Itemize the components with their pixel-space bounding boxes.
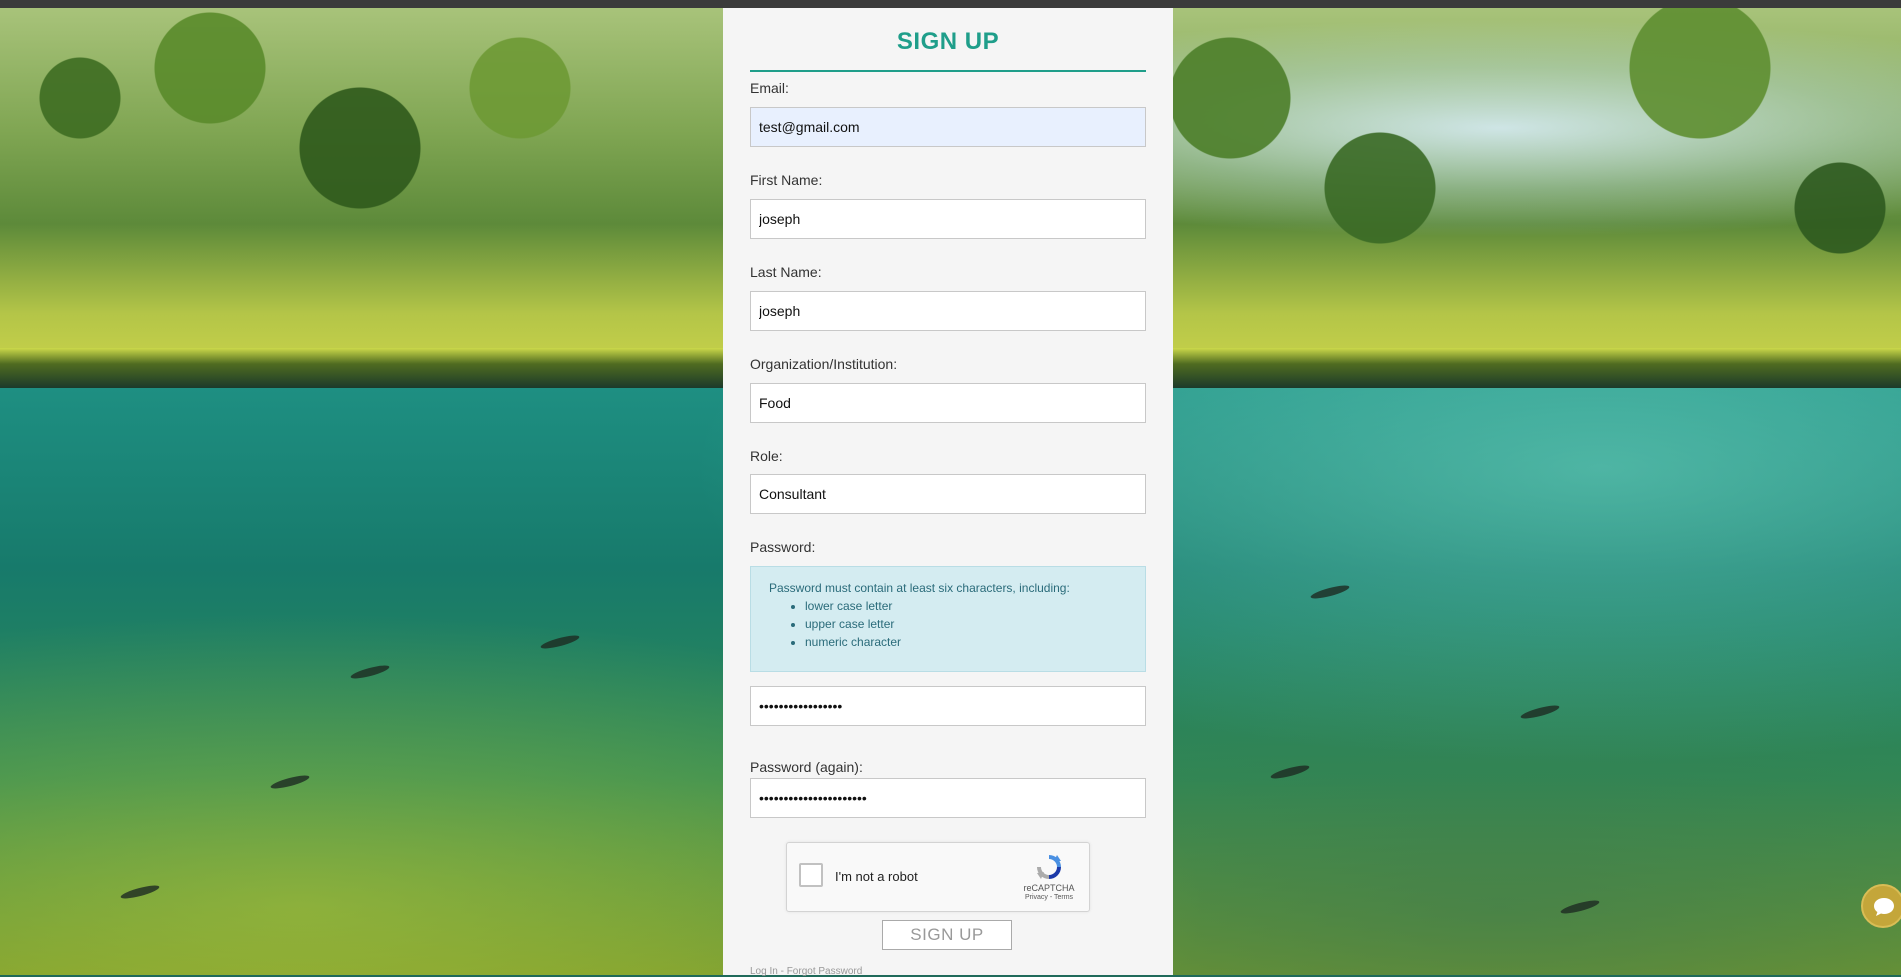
footer-links: Log In - Forgot Password	[750, 966, 862, 977]
recaptcha-brand: reCAPTCHA	[1023, 883, 1075, 893]
forgot-password-link[interactable]: Forgot Password	[787, 966, 863, 977]
password-rule: upper case letter	[805, 617, 1127, 631]
signup-panel: SIGN UP Email: First Name: Last Name: Or…	[723, 8, 1173, 977]
password-field[interactable]	[750, 686, 1146, 726]
recaptcha-links: Privacy - Terms	[1019, 894, 1079, 901]
password-requirements-list: lower case letter upper case letter nume…	[769, 599, 1127, 649]
chat-icon	[1874, 898, 1894, 916]
role-label: Role:	[750, 448, 783, 464]
email-label: Email:	[750, 80, 789, 96]
recaptcha-icon	[1033, 851, 1065, 883]
password-again-field[interactable]	[750, 778, 1146, 818]
signup-button[interactable]: SIGN UP	[882, 920, 1012, 950]
email-field[interactable]	[750, 107, 1146, 147]
title-divider	[750, 70, 1146, 72]
organization-field[interactable]	[750, 383, 1146, 423]
recaptcha-checkbox[interactable]	[799, 863, 823, 887]
first-name-field[interactable]	[750, 199, 1146, 239]
role-field[interactable]	[750, 474, 1146, 514]
recaptcha-label: I'm not a robot	[835, 869, 918, 884]
recaptcha-widget: I'm not a robot reCAPTCHA Privacy - Term…	[786, 842, 1090, 912]
last-name-field[interactable]	[750, 291, 1146, 331]
recaptcha-logo: reCAPTCHA Privacy - Terms	[1019, 851, 1079, 901]
password-requirements-intro: Password must contain at least six chara…	[769, 581, 1070, 595]
login-link[interactable]: Log In	[750, 966, 778, 977]
footer-links-separator: -	[777, 966, 787, 977]
last-name-label: Last Name:	[750, 264, 822, 280]
chat-button[interactable]	[1861, 884, 1901, 928]
recaptcha-terms-link[interactable]: Terms	[1054, 894, 1073, 901]
page-title: SIGN UP	[896, 28, 1000, 55]
password-again-label: Password (again):	[750, 759, 863, 775]
password-label: Password:	[750, 539, 816, 555]
first-name-label: First Name:	[750, 172, 823, 188]
password-rule: numeric character	[805, 635, 1127, 649]
password-requirements: Password must contain at least six chara…	[750, 566, 1146, 672]
organization-label: Organization/Institution:	[750, 356, 898, 372]
recaptcha-privacy-link[interactable]: Privacy	[1025, 894, 1048, 901]
browser-top-bar	[0, 0, 1901, 8]
password-rule: lower case letter	[805, 599, 1127, 613]
